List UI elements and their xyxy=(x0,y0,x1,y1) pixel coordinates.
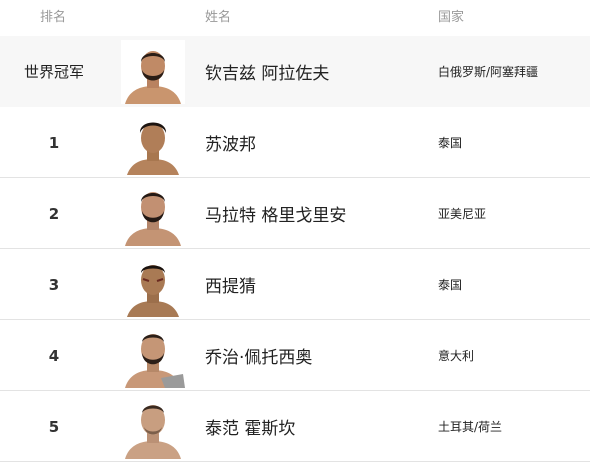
ranking-row[interactable]: 5 泰范 霍斯坎 土耳其/荷兰 xyxy=(0,391,590,462)
rank-label: 4 xyxy=(48,346,60,365)
ranking-row[interactable]: 2 马拉特 格里戈里安 亚美尼亚 xyxy=(0,178,590,249)
fighter-name[interactable]: 马拉特 格里戈里安 xyxy=(205,178,346,249)
fighter-country: 意大利 xyxy=(438,349,475,363)
fighter-name[interactable]: 苏波邦 xyxy=(205,107,256,178)
rank-label: 2 xyxy=(48,204,60,223)
rank-column-header: 排名 xyxy=(40,10,67,25)
fighter-avatar-icon[interactable] xyxy=(121,111,185,175)
table-header: 排名 姓名 国家 xyxy=(0,0,590,36)
rank-label: 1 xyxy=(48,133,60,152)
champion-row[interactable]: 世界冠军 钦吉兹 阿拉佐夫 白俄罗斯/阿塞拜疆 xyxy=(0,36,590,107)
fighter-country: 亚美尼亚 xyxy=(438,207,487,221)
fighter-country: 白俄罗斯/阿塞拜疆 xyxy=(438,65,539,79)
fighter-avatar-icon[interactable] xyxy=(121,253,185,317)
rank-label: 5 xyxy=(48,417,60,436)
fighter-country: 泰国 xyxy=(438,136,463,150)
ranking-row[interactable]: 4 乔治·佩托西奥 意大利 xyxy=(0,320,590,391)
name-column-header: 姓名 xyxy=(205,10,232,25)
fighter-name[interactable]: 乔治·佩托西奥 xyxy=(205,320,312,391)
fighter-country: 土耳其/荷兰 xyxy=(438,420,503,434)
ranking-row[interactable]: 1 苏波邦 泰国 xyxy=(0,107,590,178)
fighter-country: 泰国 xyxy=(438,278,463,292)
fighter-name[interactable]: 泰范 霍斯坎 xyxy=(205,391,295,462)
country-column-header: 国家 xyxy=(438,10,465,25)
fighter-avatar-icon[interactable] xyxy=(121,324,185,388)
fighter-name[interactable]: 钦吉兹 阿拉佐夫 xyxy=(205,36,329,107)
rank-label: 世界冠军 xyxy=(23,63,84,81)
ranking-row[interactable]: 3 西提猜 泰国 xyxy=(0,249,590,320)
fighter-avatar-icon[interactable] xyxy=(121,40,185,104)
fighter-avatar-icon[interactable] xyxy=(121,182,185,246)
fighter-avatar-icon[interactable] xyxy=(121,395,185,459)
rank-label: 3 xyxy=(48,275,60,294)
fighter-name[interactable]: 西提猜 xyxy=(205,249,256,320)
